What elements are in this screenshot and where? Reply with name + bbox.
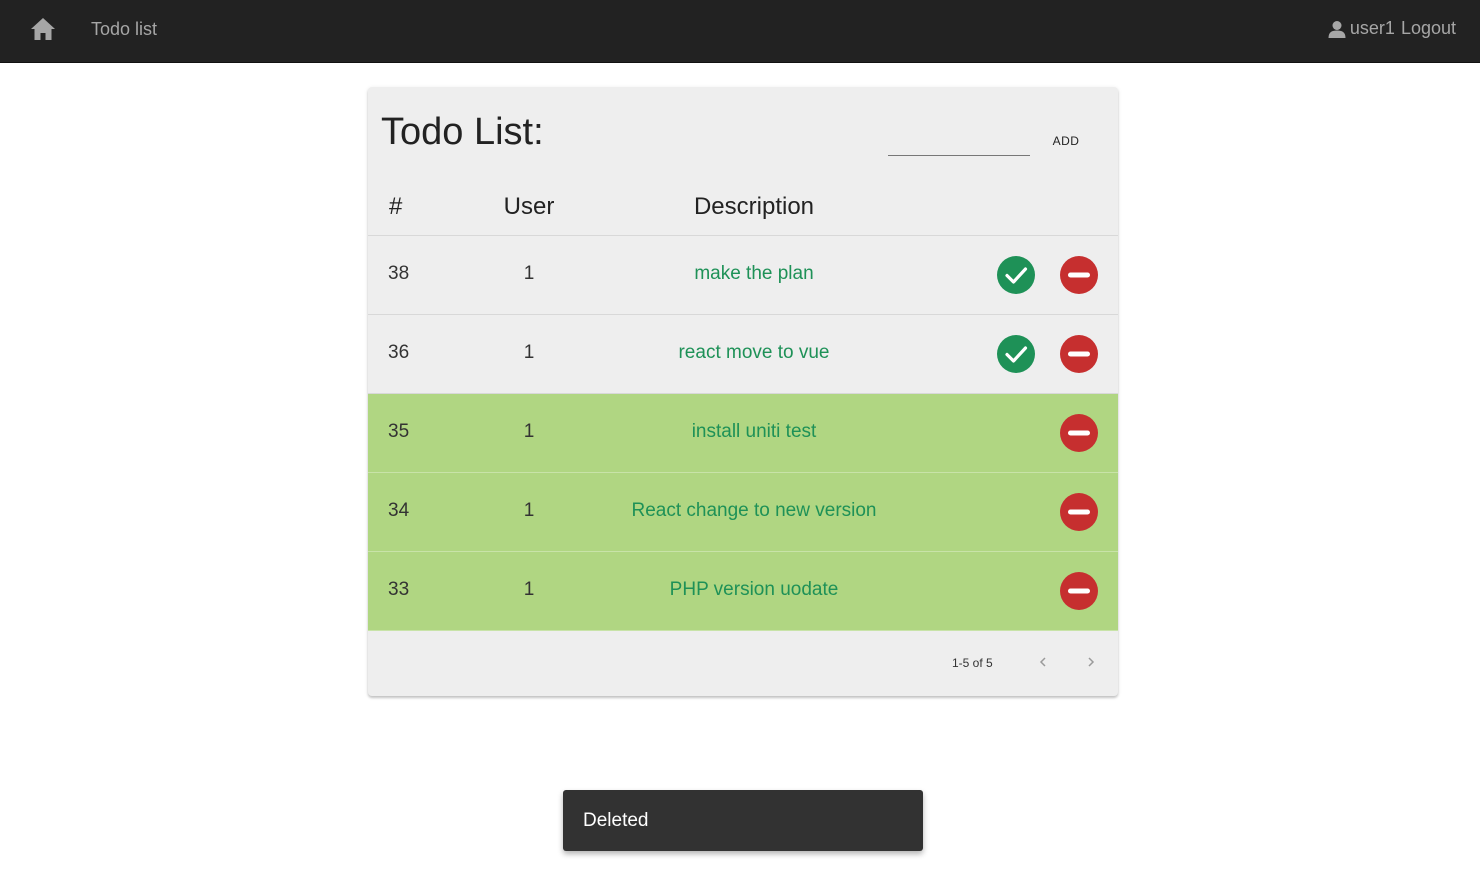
todo-description: make the plan: [694, 263, 814, 284]
home-icon[interactable]: [30, 16, 56, 42]
todo-description: PHP version uodate: [669, 579, 839, 600]
todo-card: Todo List: ADD # User Description 38 1 mak…: [368, 87, 1118, 696]
table-row: 38 1 make the plan: [368, 236, 1118, 315]
add-button[interactable]: ADD: [1038, 128, 1094, 154]
logout-link[interactable]: Logout: [1401, 18, 1456, 39]
todo-description: React change to new version: [631, 500, 877, 521]
todo-user: 1: [523, 263, 535, 284]
pagination-label: 1-5 of 5: [952, 656, 993, 670]
username: user1: [1349, 18, 1395, 38]
todo-description: install uniti test: [691, 421, 817, 442]
snackbar: Deleted: [563, 790, 923, 851]
todo-id: 35: [388, 421, 410, 442]
todo-user: 1: [523, 579, 535, 600]
complete-check-icon[interactable]: [997, 335, 1035, 373]
todo-id: 33: [388, 579, 410, 600]
table-row: 33 1 PHP version uodate: [368, 552, 1118, 631]
column-header-number: #: [389, 193, 403, 220]
column-header-user: User: [503, 193, 555, 220]
complete-check-icon[interactable]: [997, 256, 1035, 294]
chevron-left-icon[interactable]: [1036, 652, 1050, 672]
chevron-right-icon[interactable]: [1084, 652, 1098, 672]
table-row: 34 1 React change to new version: [368, 473, 1118, 552]
todo-user: 1: [523, 500, 535, 521]
delete-icon[interactable]: [1060, 256, 1098, 294]
delete-icon[interactable]: [1060, 335, 1098, 373]
user-menu: user1 Logout: [1328, 18, 1456, 39]
table-header: # User Description: [368, 185, 1118, 236]
page-title: Todo List:: [381, 111, 544, 153]
todo-user: 1: [523, 421, 535, 442]
table-row: 36 1 react move to vue: [368, 315, 1118, 394]
delete-icon[interactable]: [1060, 493, 1098, 531]
column-header-description: Description: [693, 193, 815, 220]
delete-icon[interactable]: [1060, 572, 1098, 610]
todo-user: 1: [523, 342, 535, 363]
navbar: Todo list user1 Logout: [0, 0, 1480, 63]
user-icon: [1328, 20, 1346, 38]
nav-title[interactable]: Todo list: [91, 19, 157, 40]
todo-description: react move to vue: [678, 342, 830, 363]
todo-id: 34: [388, 500, 410, 521]
delete-icon[interactable]: [1060, 414, 1098, 452]
new-todo-input[interactable]: [888, 127, 1030, 156]
snackbar-message: Deleted: [583, 810, 649, 831]
table-row: 35 1 install uniti test: [368, 394, 1118, 473]
todo-id: 38: [388, 263, 410, 284]
todo-id: 36: [388, 342, 410, 363]
